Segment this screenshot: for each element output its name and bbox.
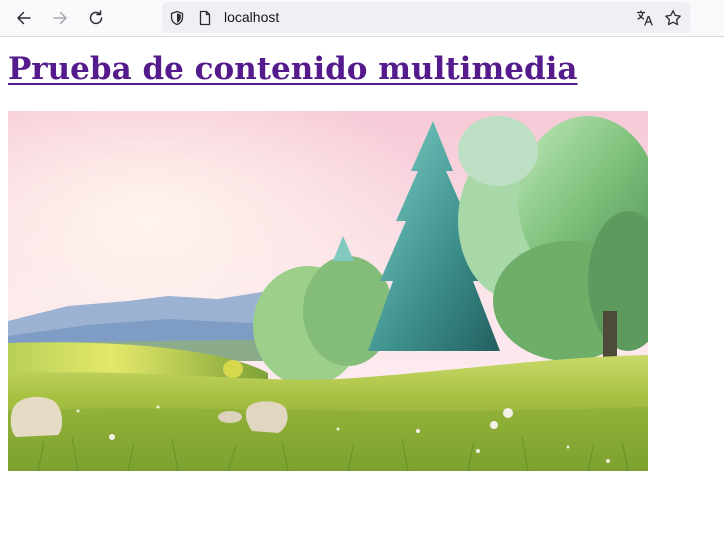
url-bar[interactable]: localhost bbox=[162, 2, 690, 33]
forward-button[interactable] bbox=[46, 4, 74, 32]
star-icon[interactable] bbox=[664, 9, 682, 27]
video-frame bbox=[8, 111, 648, 471]
translate-icon[interactable] bbox=[636, 9, 654, 27]
back-button[interactable] bbox=[10, 4, 38, 32]
video-player[interactable] bbox=[8, 111, 648, 471]
shield-icon[interactable] bbox=[168, 9, 186, 27]
url-text[interactable]: localhost bbox=[224, 8, 279, 27]
reload-icon bbox=[89, 10, 103, 25]
page-content: Prueba de contenido multimedia bbox=[0, 38, 724, 550]
browser-toolbar: localhost bbox=[0, 0, 724, 37]
reload-button[interactable] bbox=[82, 4, 110, 32]
arrow-right-icon bbox=[53, 11, 67, 25]
page-title[interactable]: Prueba de contenido multimedia bbox=[8, 49, 578, 89]
arrow-left-icon bbox=[17, 11, 31, 25]
page-icon[interactable] bbox=[196, 9, 214, 27]
